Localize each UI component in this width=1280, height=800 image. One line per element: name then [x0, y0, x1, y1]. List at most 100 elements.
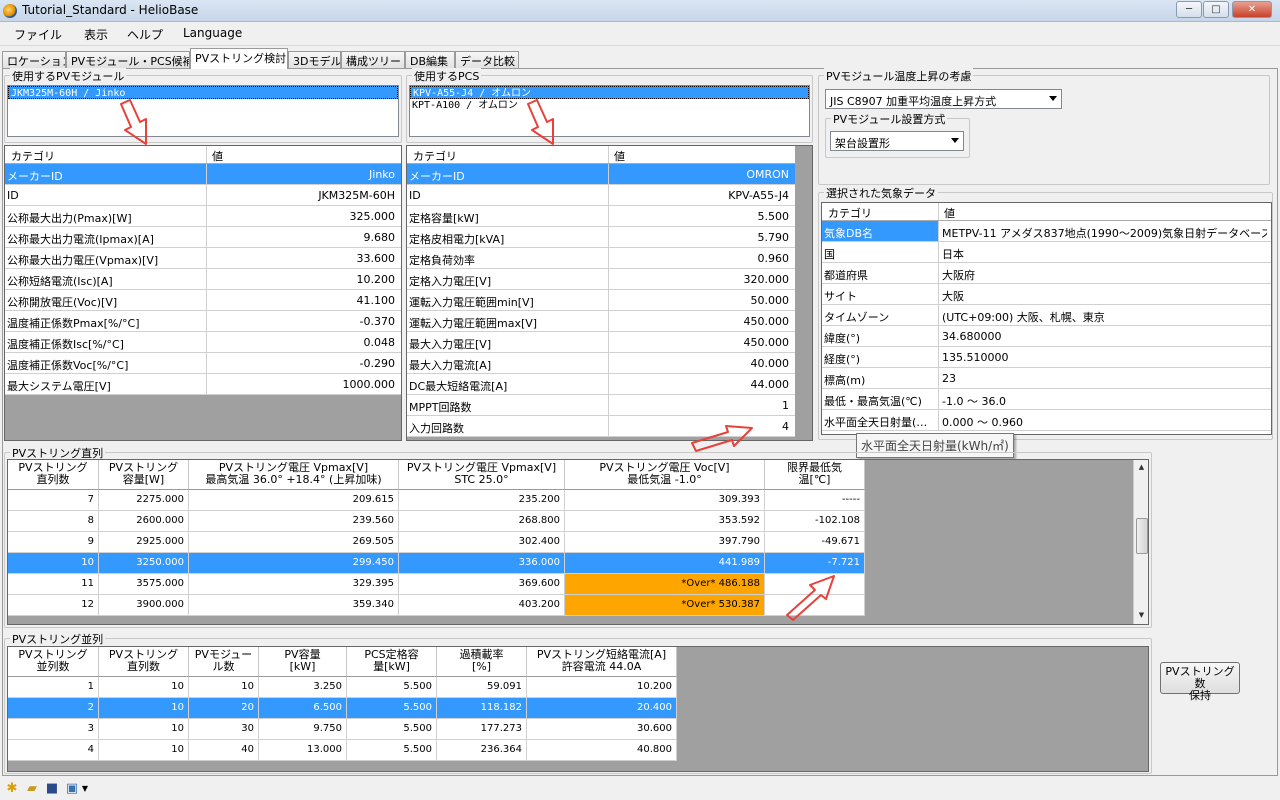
table-cell[interactable]: 20.400 [527, 698, 677, 719]
keep-string-count-button[interactable]: PVストリング数 保持 [1160, 662, 1240, 702]
minimize-button[interactable]: ─ [1176, 1, 1202, 18]
property-row[interactable]: 運転入力電圧範囲max[V] 450.000 [407, 311, 795, 332]
table-cell[interactable]: 177.273 [437, 719, 527, 740]
table-cell[interactable]: 3575.000 [99, 574, 189, 595]
property-row[interactable]: 公称最大出力電流(Ipmax)[A] 9.680 [5, 227, 401, 248]
table-cell[interactable]: 40 [189, 740, 259, 761]
table-cell[interactable]: 5.500 [347, 698, 437, 719]
property-row[interactable]: 運転入力電圧範囲min[V] 50.000 [407, 290, 795, 311]
table-cell[interactable]: 2925.000 [99, 532, 189, 553]
close-button[interactable]: ✕ [1232, 1, 1272, 18]
column-header[interactable]: PVストリング 直列数 [8, 460, 99, 490]
table-cell[interactable]: 353.592 [565, 511, 765, 532]
table-cell[interactable]: 8 [8, 511, 99, 532]
table-cell[interactable]: 235.200 [399, 490, 565, 511]
table-cell[interactable]: 336.000 [399, 553, 565, 574]
table-cell[interactable]: 7 [8, 490, 99, 511]
table-cell[interactable]: 40.800 [527, 740, 677, 761]
tab-3d-model[interactable]: 3Dモデル [288, 51, 341, 68]
tab-pv-string[interactable]: PVストリング検討 [190, 48, 288, 69]
table-cell[interactable]: 30.600 [527, 719, 677, 740]
property-row[interactable]: 国 日本 [822, 242, 1271, 263]
pcs-list-item[interactable]: KPT-A100 / オムロン [410, 99, 809, 112]
table-cell[interactable]: 2 [8, 698, 99, 719]
property-row[interactable]: 温度補正係数Voc[%/°C] -0.290 [5, 353, 401, 374]
tab-data-compare[interactable]: データ比較 [455, 51, 519, 68]
table-cell[interactable] [765, 574, 865, 595]
tab-module-pcs[interactable]: PVモジュール・PCS候補 [66, 51, 190, 68]
table-cell[interactable]: 10 [8, 553, 99, 574]
property-row[interactable]: 公称最大出力(Pmax)[W] 325.000 [5, 206, 401, 227]
property-row[interactable]: 気象DB名 METPV-11 アメダス837地点(1990～2009)気象日射デー… [822, 221, 1271, 242]
table-cell[interactable]: 10 [189, 677, 259, 698]
table-cell[interactable]: 30 [189, 719, 259, 740]
property-row[interactable]: 標高(m) 23 [822, 368, 1271, 389]
column-header[interactable]: PVストリング 容量[W] [99, 460, 189, 490]
property-row[interactable]: 経度(°) 135.510000 [822, 347, 1271, 368]
menu-language[interactable]: Language [183, 26, 242, 40]
table-cell[interactable]: 9 [8, 532, 99, 553]
table-cell[interactable]: 309.393 [565, 490, 765, 511]
chevron-down-icon[interactable]: ▼ [80, 781, 90, 797]
pcs-list[interactable]: KPV-A55-J4 / オムロン KPT-A100 / オムロン [409, 85, 810, 137]
property-row[interactable]: DC最大短絡電流[A] 44.000 [407, 374, 795, 395]
table-cell[interactable]: 10 [99, 719, 189, 740]
property-row[interactable]: 都道府県 大阪府 [822, 263, 1271, 284]
table-cell[interactable]: 6.500 [259, 698, 347, 719]
module-list[interactable]: JKM325M-60H / Jinko [7, 85, 399, 137]
table-cell[interactable]: 268.800 [399, 511, 565, 532]
module-list-item[interactable]: JKM325M-60H / Jinko [8, 86, 398, 99]
table-cell[interactable]: 269.505 [189, 532, 399, 553]
property-row[interactable]: 水平面全天日射量(… 0.000 ～ 0.960 [822, 410, 1271, 431]
table-cell[interactable]: 441.989 [565, 553, 765, 574]
table-cell[interactable]: 3900.000 [99, 595, 189, 616]
table-cell[interactable]: 1 [8, 677, 99, 698]
save-icon[interactable]: ■ [44, 781, 60, 797]
column-header[interactable]: 限界最低気 温[℃] [765, 460, 865, 490]
column-header[interactable]: PVストリング電圧 Vpmax[V] STC 25.0° [399, 460, 565, 490]
tab-tree[interactable]: 構成ツリー [341, 51, 405, 68]
tab-db-edit[interactable]: DB編集 [405, 51, 455, 68]
property-row[interactable]: 公称短絡電流(Isc)[A] 10.200 [5, 269, 401, 290]
table-cell[interactable]: ----- [765, 490, 865, 511]
table-cell[interactable]: 10 [99, 698, 189, 719]
column-header[interactable]: PVストリング 並列数 [8, 647, 99, 677]
table-cell[interactable]: 20 [189, 698, 259, 719]
column-header[interactable]: PVストリング 直列数 [99, 647, 189, 677]
column-header[interactable]: PVストリング短絡電流[A] 許容電流 44.0A [527, 647, 677, 677]
install-select[interactable]: 架台設置形 [830, 131, 964, 151]
property-row[interactable]: 最大入力電流[A] 40.000 [407, 353, 795, 374]
property-row[interactable]: ID KPV-A55-J4 [407, 185, 795, 206]
maximize-button[interactable]: □ [1203, 1, 1229, 18]
table-cell[interactable]: 5.500 [347, 719, 437, 740]
table-cell[interactable]: -7.721 [765, 553, 865, 574]
pcs-list-item[interactable]: KPV-A55-J4 / オムロン [410, 86, 809, 99]
vertical-scrollbar[interactable]: ▲ ▼ [1133, 460, 1148, 624]
property-row[interactable]: 定格皮相電力[kVA] 5.790 [407, 227, 795, 248]
scroll-down-icon[interactable]: ▼ [1135, 608, 1148, 622]
property-row[interactable]: 公称開放電圧(Voc)[V] 41.100 [5, 290, 401, 311]
column-header[interactable]: PCS定格容 量[kW] [347, 647, 437, 677]
tab-location[interactable]: ロケーション [2, 51, 66, 68]
menu-file[interactable]: ファイル [14, 26, 62, 43]
property-row[interactable]: ID JKM325M-60H [5, 185, 401, 206]
menu-view[interactable]: 表示 [84, 26, 108, 43]
property-row[interactable]: タイムゾーン (UTC+09:00) 大阪、札幌、東京 [822, 305, 1271, 326]
property-row[interactable]: 定格入力電圧[V] 320.000 [407, 269, 795, 290]
scroll-up-icon[interactable]: ▲ [1135, 460, 1148, 474]
new-file-icon[interactable]: ✱ [4, 781, 20, 797]
table-cell[interactable]: 12 [8, 595, 99, 616]
property-row[interactable]: メーカーID OMRON [407, 164, 795, 185]
property-row[interactable]: 緯度(°) 34.680000 [822, 326, 1271, 347]
property-row[interactable]: 最大入力電圧[V] 450.000 [407, 332, 795, 353]
table-cell[interactable]: 2275.000 [99, 490, 189, 511]
property-row[interactable]: 定格負荷効率 0.960 [407, 248, 795, 269]
property-row[interactable]: 入力回路数 4 [407, 416, 795, 437]
table-cell[interactable]: 359.340 [189, 595, 399, 616]
table-cell[interactable]: 5.500 [347, 740, 437, 761]
table-cell[interactable]: 236.364 [437, 740, 527, 761]
table-cell[interactable]: 11 [8, 574, 99, 595]
table-cell[interactable] [765, 595, 865, 616]
table-cell[interactable]: 239.560 [189, 511, 399, 532]
property-row[interactable]: MPPT回路数 1 [407, 395, 795, 416]
